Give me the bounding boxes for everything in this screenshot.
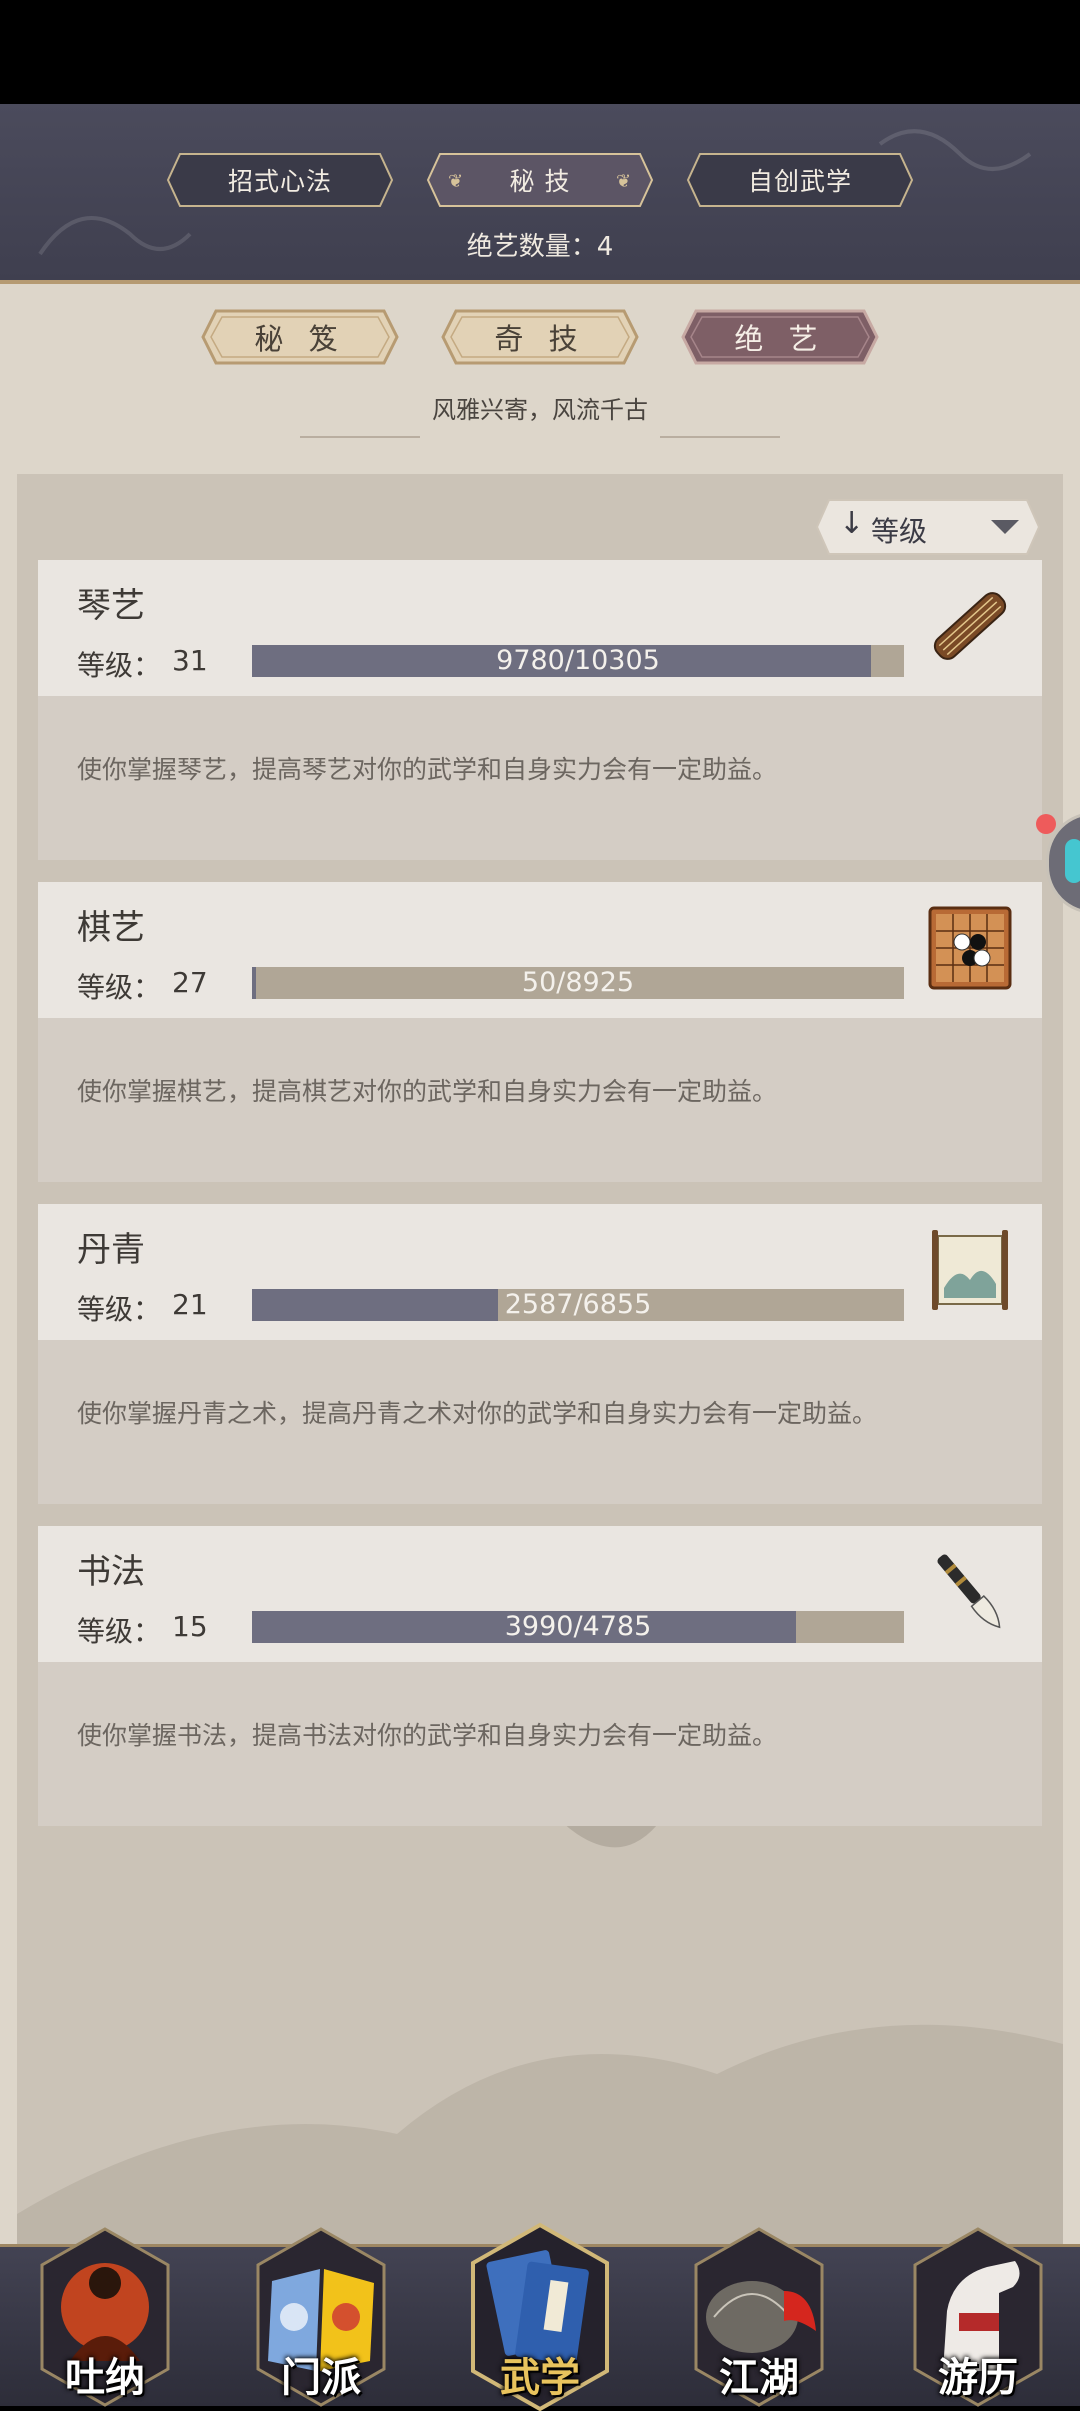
nav-tuna[interactable]: 吐纳 [30, 2221, 180, 2411]
status-bar [0, 0, 1080, 104]
nav-label: 武学 [500, 2354, 580, 2401]
skill-card[interactable]: 琴艺 等级： 31 9780/10305 使你掌握琴艺，提高琴艺对你的武学和自身… [38, 560, 1042, 860]
nav-label: 吐纳 [65, 2354, 145, 2401]
main-content: 秘 笈 奇 技 绝 艺 风雅兴寄，风流千古 ↓ 等级 琴艺 等级： 31 978… [0, 284, 1080, 2244]
nav-wuxue[interactable]: 武学 [465, 2221, 615, 2411]
level-value: 15 [172, 1610, 208, 1643]
sub-tab-label: 绝 艺 [734, 322, 826, 356]
tab-miji-book[interactable]: 秘 笈 [200, 308, 400, 366]
section-motto: 风雅兴寄，风流千古 [432, 396, 648, 424]
level-label: 等级： [77, 1293, 162, 1326]
notification-dot [1036, 814, 1056, 834]
sort-dropdown[interactable]: ↓ 等级 [815, 498, 1041, 556]
skill-card[interactable]: 丹青 等级： 21 2587/6855 使你掌握丹青之术，提高丹青之术对你的武学… [38, 1204, 1042, 1504]
sub-tab-label: 奇 技 [494, 322, 586, 356]
nav-youli[interactable]: 游历 [903, 2221, 1053, 2411]
caret-down-icon [991, 520, 1019, 534]
tab-label: 秘 技 [509, 167, 571, 196]
tab-label: 招式心法 [227, 167, 332, 196]
skill-name: 棋艺 [77, 908, 145, 948]
svg-text:❦: ❦ [616, 171, 632, 192]
nav-label: 门派 [281, 2354, 361, 2401]
progress-bar: 50/8925 [252, 967, 904, 999]
svg-text:❦: ❦ [448, 171, 464, 192]
progress-text: 3990/4785 [504, 1611, 652, 1642]
skill-count: 绝艺数量：4 [466, 232, 614, 262]
skill-description: 使你掌握琴艺，提高琴艺对你的武学和自身实力会有一定助益。 [77, 755, 778, 784]
progress-text: 50/8925 [521, 967, 635, 998]
bottom-navigation: 吐纳 门派 武学 江湖 游历 [0, 2222, 1080, 2411]
guqin-icon [933, 592, 1007, 660]
skill-description: 使你掌握棋艺，提高棋艺对你的武学和自身实力会有一定助益。 [77, 1077, 778, 1106]
skill-name: 丹青 [77, 1230, 145, 1270]
go-board-icon [928, 906, 1012, 990]
level-label: 等级： [77, 1615, 162, 1648]
sort-direction-icon: ↓ [839, 506, 865, 541]
level-label: 等级： [77, 649, 162, 682]
nav-label: 游历 [938, 2354, 1018, 2401]
level-value: 31 [172, 644, 208, 677]
progress-bar: 3990/4785 [252, 1611, 904, 1643]
scroll-painting-icon [932, 1230, 1008, 1310]
level-value: 27 [172, 966, 208, 999]
brush-icon [937, 1554, 1001, 1629]
divider [300, 436, 420, 438]
skill-list-panel[interactable]: ↓ 等级 琴艺 等级： 31 9780/10305 使你掌握琴艺，提高琴艺对你的… [17, 474, 1063, 2244]
level-label: 等级： [77, 971, 162, 1004]
tab-zichuang-wuxue[interactable]: 自创武学 [686, 152, 914, 208]
tab-qiji[interactable]: 奇 技 [440, 308, 640, 366]
skill-description: 使你掌握丹青之术，提高丹青之术对你的武学和自身实力会有一定助益。 [77, 1399, 878, 1428]
skill-card[interactable]: 棋艺 等级： 27 50/8925 使你掌握棋艺，提高棋艺对你的武学和自身实力会… [38, 882, 1042, 1182]
level-value: 21 [172, 1288, 208, 1321]
tab-zhaoshi-xinfa[interactable]: 招式心法 [166, 152, 394, 208]
header: 招式心法 ❦ ❦ 秘 技 自创武学 绝艺数量：4 [0, 104, 1080, 284]
progress-text: 2587/6855 [504, 1289, 652, 1320]
skill-name: 书法 [77, 1552, 145, 1592]
sort-label: 等级 [871, 515, 928, 548]
skill-card[interactable]: 书法 等级： 15 3990/4785 使你掌握书法，提高书法对你的武学和自身实… [38, 1526, 1042, 1826]
tab-jueyi[interactable]: 绝 艺 [680, 308, 880, 366]
skill-name: 琴艺 [77, 586, 145, 626]
nav-label: 江湖 [719, 2354, 799, 2401]
divider [660, 436, 780, 438]
skill-description: 使你掌握书法，提高书法对你的武学和自身实力会有一定助益。 [77, 1721, 778, 1750]
progress-bar: 9780/10305 [252, 645, 904, 677]
nav-menpai[interactable]: 门派 [246, 2221, 396, 2411]
sub-tab-label: 秘 笈 [254, 322, 346, 356]
drawer-indicator [1065, 839, 1080, 883]
nav-jianghu[interactable]: 江湖 [684, 2221, 834, 2411]
progress-bar: 2587/6855 [252, 1289, 904, 1321]
progress-text: 9780/10305 [496, 645, 660, 676]
tab-label: 自创武学 [747, 167, 852, 196]
tab-miji[interactable]: ❦ ❦ 秘 技 [426, 152, 654, 208]
